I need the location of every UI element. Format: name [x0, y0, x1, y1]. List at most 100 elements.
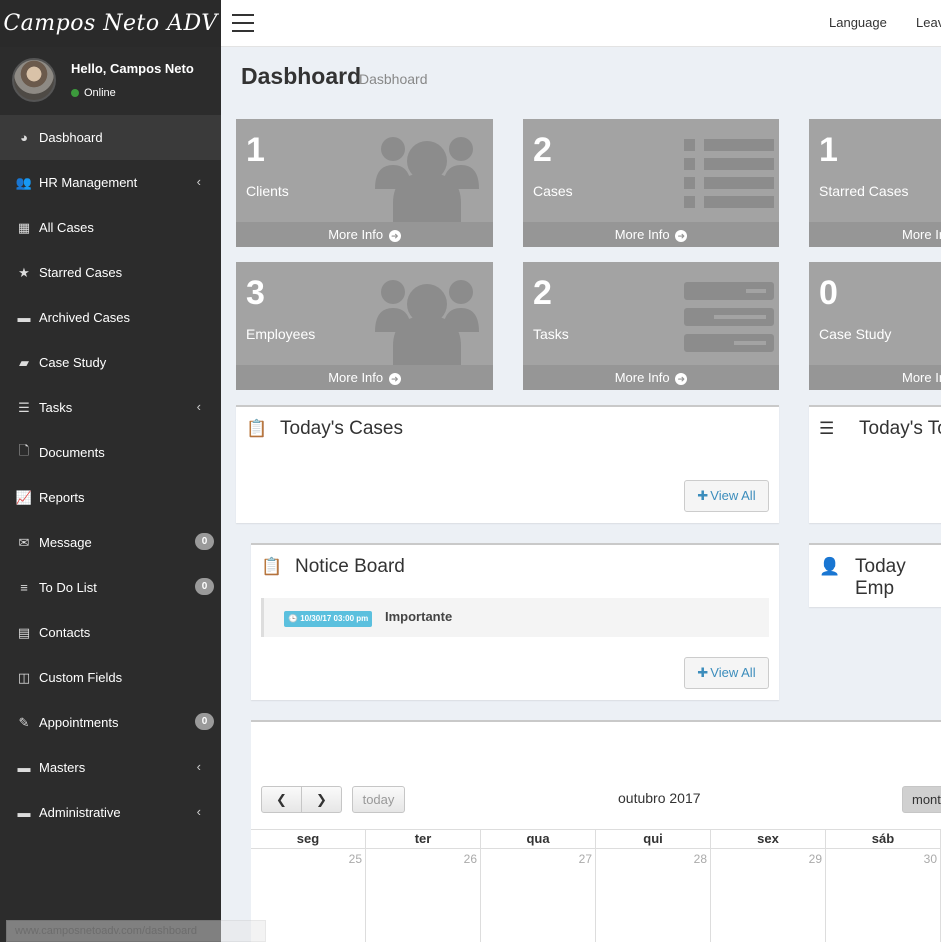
stat-box-clients: 1 Clients More Info ➜ [236, 119, 493, 247]
sidebar-item-label: Appointments [39, 715, 119, 730]
count-badge: 0 [195, 533, 214, 550]
calendar-day-cell[interactable]: 28 [596, 849, 711, 942]
users-icon [375, 280, 479, 366]
contact-card-icon: ▤ [17, 624, 31, 640]
sidebar-item-label: Case Study [39, 355, 107, 370]
user-status-label: Online [84, 87, 116, 99]
envelope-icon: ✉ [18, 534, 30, 550]
clipboard-icon: 📋 [246, 419, 268, 438]
breadcrumb[interactable]: Dasbhoard [359, 71, 428, 87]
chevron-left-icon: ‹ [196, 399, 201, 414]
calendar-today-button[interactable]: today [352, 786, 405, 813]
sidebar-item-label: Message [39, 535, 92, 550]
tasks-icon: ☰ [18, 399, 30, 415]
sidebar-item-contacts[interactable]: ▤ Contacts [0, 610, 221, 655]
sidebar-item-message[interactable]: ✉ Message 0 [0, 520, 221, 565]
sidebar-item-all-cases[interactable]: ▦ All Cases [0, 205, 221, 250]
page-title: Dasbhoard [241, 63, 362, 89]
sidebar-item-tasks[interactable]: ☰ Tasks ‹ [0, 385, 221, 430]
calendar-next-button[interactable]: ❯ [301, 786, 342, 813]
calendar-date: 27 [578, 852, 592, 866]
archive-icon: ▬ [17, 310, 31, 325]
calendar-month-view-button[interactable]: mont [902, 786, 941, 813]
arrow-circle-right-icon: ➜ [388, 372, 401, 385]
view-all-notices-button[interactable]: ✚ View All [684, 657, 769, 689]
stat-box-starred-cases: 1 Starred Cases More In [809, 119, 941, 247]
more-info-link[interactable]: More In [809, 365, 941, 390]
sidebar-item-label: Masters [39, 760, 86, 775]
sidebar-item-label: Dasbhoard [39, 130, 103, 145]
calendar-prev-button[interactable]: ❮ [261, 786, 302, 813]
folder-icon: ▬ [17, 805, 31, 820]
sidebar-item-administrative[interactable]: ▬ Administrative ‹ [0, 790, 221, 835]
stat-value: 1 [819, 131, 838, 169]
calendar-day-cell[interactable]: 30 [826, 849, 941, 942]
stat-label: Employees [246, 326, 316, 342]
stat-label: Cases [533, 183, 573, 199]
file-icon: 🗋 [18, 442, 30, 458]
chevron-left-icon: ❮ [276, 792, 287, 807]
sidebar-item-appointments[interactable]: ✎ Appointments 0 [0, 700, 221, 745]
panel-title: Today Emp [855, 556, 906, 599]
sidebar-item-starred-cases[interactable]: ★ Starred Cases [0, 250, 221, 295]
tasks-icon [684, 282, 774, 352]
stat-label: Tasks [533, 326, 569, 342]
calendar-day-cell[interactable]: 27 [481, 849, 596, 942]
panel-title: Notice Board [295, 556, 405, 577]
calendar-day-cell[interactable]: 26 [366, 849, 481, 942]
calendar-day-cell[interactable]: 25 [251, 849, 366, 942]
sidebar-item-custom-fields[interactable]: ◫ Custom Fields [0, 655, 221, 700]
sidebar-menu: ◕ Dasbhoard 👥 HR Management ‹ ▦ All Cases ★ Star… [0, 115, 221, 835]
plus-icon: ✚ [697, 665, 709, 680]
notice-item[interactable]: 🕒 10/30/17 03:00 pm Importante [261, 598, 769, 637]
chevron-left-icon: ‹ [196, 804, 201, 819]
brand-logo[interactable]: Campos Neto ADV [0, 0, 221, 47]
sidebar-item-documents[interactable]: 🗋 Documents [0, 430, 221, 475]
sidebar-item-to-do-list[interactable]: ≡ To Do List 0 [0, 565, 221, 610]
chevron-left-icon: ‹ [196, 759, 201, 774]
sidebar-item-label: Contacts [39, 625, 91, 640]
more-info-link[interactable]: More Info ➜ [523, 222, 779, 247]
more-info-link[interactable]: More Info ➜ [523, 365, 779, 390]
language-menu[interactable]: Language [829, 15, 887, 30]
clipboard-icon: 📋 [261, 557, 283, 576]
sidebar-item-archived-cases[interactable]: ▬ Archived Cases [0, 295, 221, 340]
view-all-cases-button[interactable]: ✚ View All [684, 480, 769, 512]
sidebar-item-label: Archived Cases [39, 310, 131, 325]
count-badge: 0 [195, 713, 214, 730]
avatar [12, 58, 56, 102]
notice-board-panel: 📋 Notice Board 🕒 10/30/17 03:00 pm Impor… [251, 543, 779, 700]
sidebar-item-dasbhoard[interactable]: ◕ Dasbhoard [0, 115, 221, 160]
leave-menu[interactable]: Leav [916, 15, 941, 30]
more-info-link[interactable]: More Info ➜ [236, 222, 493, 247]
user-icon: 👤 [819, 557, 841, 576]
arrow-circle-right-icon: ➜ [675, 229, 688, 242]
sidebar-item-reports[interactable]: 📈 Reports [0, 475, 221, 520]
sidebar-item-label: Custom Fields [39, 670, 123, 685]
sidebar: Campos Neto ADV Hello, Campos Neto Onlin… [0, 0, 221, 942]
sidebar-item-label: Administrative [39, 805, 121, 820]
star-icon: ★ [18, 264, 30, 280]
chevron-left-icon: ‹ [196, 174, 201, 189]
sidebar-item-label: All Cases [39, 220, 94, 235]
calendar-weekday-header: seg ter qua qui sex sáb [251, 829, 941, 849]
weekday-label: seg [251, 830, 366, 848]
hamburger-menu-icon[interactable] [232, 14, 254, 32]
more-info-link[interactable]: More Info ➜ [236, 365, 493, 390]
notice-time-badge: 🕒 10/30/17 03:00 pm [284, 611, 373, 627]
calendar-date: 26 [463, 852, 477, 866]
panel-title: Today's To [859, 418, 941, 439]
sidebar-item-hr-management[interactable]: 👥 HR Management ‹ [0, 160, 221, 205]
calendar-day-cell[interactable]: 29 [711, 849, 826, 942]
sidebar-item-case-study[interactable]: ▰ Case Study [0, 340, 221, 385]
weekday-label: ter [366, 830, 481, 848]
notice-text: Importante [385, 609, 453, 624]
users-icon: 👥 [15, 174, 33, 190]
stat-box-employees: 3 Employees More Info ➜ [236, 262, 493, 390]
stat-value: 2 [533, 131, 552, 169]
chevron-right-icon: ❯ [316, 792, 327, 807]
stat-value: 1 [246, 131, 265, 169]
more-info-link[interactable]: More In [809, 222, 941, 247]
sidebar-item-label: To Do List [39, 580, 97, 595]
sidebar-item-masters[interactable]: ▬ Masters ‹ [0, 745, 221, 790]
